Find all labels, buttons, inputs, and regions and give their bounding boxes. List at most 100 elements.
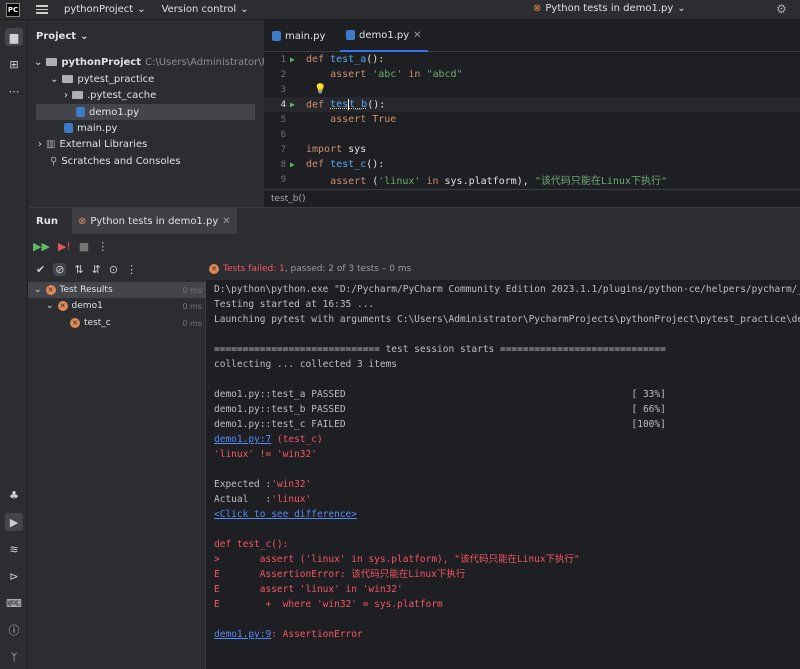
project-panel: Project ⌄ ⌄ pythonProject C:\Users\Admin… — [28, 20, 315, 208]
run-gutter-icon[interactable]: ▶ — [290, 100, 306, 109]
folder-icon — [46, 58, 58, 66]
folder-icon — [72, 91, 83, 99]
run-tab-label: Python tests in demo1.py — [90, 215, 219, 227]
console-line: D:\python\python.exe "D:/Pycharm/PyCharm… — [214, 282, 800, 297]
tree-item-demo1[interactable]: demo1.py — [36, 104, 255, 120]
project-panel-header[interactable]: Project ⌄ — [28, 20, 264, 52]
tree-item-pytest-cache[interactable]: › .pytest_cache — [64, 87, 156, 103]
tree-node-time: 0 ms — [182, 318, 202, 328]
run-gutter-icon[interactable]: ▶ — [290, 160, 306, 169]
console-text: demo1.py::test_a PASSED [ 33%] — [214, 389, 666, 400]
chevron-down-icon: ⌄ — [240, 4, 249, 15]
rerun-failed-icon[interactable]: ▶! — [58, 240, 71, 253]
stop-icon[interactable]: ■ — [79, 240, 89, 253]
code-line: 8 ▶ def test_c(): — [264, 157, 800, 172]
console-line: demo1.py::test_b PASSED [ 66%] — [214, 402, 666, 417]
show-passed-icon[interactable]: ✔ — [36, 263, 45, 276]
show-ignored-icon[interactable]: ⊘ — [53, 262, 67, 276]
left-tool-strip: ▆ ⊞ ⋯ ♣ ▶ ≋ ⊳ ⌨ ⓘ ᛘ — [0, 20, 28, 669]
project-switcher[interactable]: pythonProject ⌄ — [64, 4, 146, 15]
vcs-menu[interactable]: Version control ⌄ — [162, 4, 249, 15]
console-text: demo1.py::test_b PASSED [ 66%] — [214, 404, 666, 415]
line-number: 2 — [280, 69, 286, 80]
console-text: E AssertionError: 该代码只能在Linux下执行 — [214, 569, 466, 580]
git-tool-icon[interactable]: ᛘ — [5, 648, 23, 666]
run-config-selector[interactable]: ⊗ Python tests in demo1.py ⌄ — [533, 3, 686, 14]
run-tool-icon[interactable]: ▶ — [5, 513, 23, 531]
structure-tool-icon[interactable]: ⊞ — [5, 55, 23, 73]
console-text-suffix: : AssertionError — [271, 629, 363, 640]
console-line[interactable]: demo1.py:7 (test_c) — [214, 432, 323, 447]
chevron-down-icon: ⌄ — [34, 285, 42, 295]
tree-item-pytest-practice[interactable]: ⌄ pytest_practice — [50, 71, 154, 87]
status-failed-text: Tests failed: 1 — [223, 264, 285, 274]
console-text: Actual : — [214, 494, 272, 505]
tree-item-external-libraries[interactable]: › ▥ External Libraries — [38, 136, 147, 152]
console-line[interactable]: demo1.py:9: AssertionError — [214, 627, 363, 642]
project-tool-icon[interactable]: ▆ — [5, 28, 23, 46]
lightbulb-icon[interactable]: 💡 — [306, 84, 326, 95]
chevron-right-icon: › — [38, 138, 42, 150]
chevron-down-icon: ⌄ — [677, 3, 686, 14]
console-text: Launching pytest with arguments C:\Users… — [214, 314, 800, 325]
console-line: Expected :'win32' — [214, 477, 311, 492]
close-icon[interactable]: ✕ — [222, 216, 230, 227]
tree-node-test-results[interactable]: ⌄ ✕ Test Results 0 ms — [28, 282, 206, 298]
console-line: E AssertionError: 该代码只能在Linux下执行 — [214, 567, 465, 582]
services-tool-icon[interactable]: ⊳ — [5, 567, 23, 585]
python-file-icon — [64, 123, 73, 133]
sort-alpha-icon[interactable]: ⇅ — [74, 263, 83, 276]
python-file-icon — [272, 31, 281, 41]
python-file-icon — [346, 30, 355, 40]
console-line[interactable]: <Click to see difference> — [214, 507, 357, 522]
tree-node-test-c[interactable]: ✕ test_c 0 ms — [28, 315, 206, 331]
console-text: > assert ('linux' in sys.platform), "该代码… — [214, 554, 580, 565]
close-icon[interactable]: ✕ — [413, 30, 421, 41]
tree-item-label: demo1.py — [89, 106, 140, 118]
run-toolbar: ▶▶ ▶! ■ ⋮ — [28, 234, 800, 258]
console-link[interactable]: demo1.py:9 — [214, 629, 271, 640]
layers-tool-icon[interactable]: ≋ — [5, 540, 23, 558]
more-actions-icon[interactable]: ⋮ — [97, 240, 108, 253]
console-text: 'linux' != 'win32' — [214, 449, 317, 460]
more-options-icon[interactable]: ⋮ — [126, 263, 137, 276]
chevron-right-icon: › — [64, 89, 68, 101]
tab-run-config[interactable]: ⊗ Python tests in demo1.py ✕ — [71, 208, 237, 234]
console-line: def test_c(): — [214, 537, 288, 552]
tab-main-py[interactable]: main.py — [272, 20, 325, 52]
console-text: D:\python\python.exe "D:/Pycharm/PyCharm… — [214, 284, 800, 295]
code-text: assert True — [330, 114, 397, 125]
console-line: collecting ... collected 3 items — [214, 357, 397, 372]
tab-demo1-py[interactable]: demo1.py ✕ — [340, 20, 428, 52]
more-tools-icon[interactable]: ⋯ — [5, 82, 23, 100]
console-line: demo1.py::test_a PASSED [ 33%] — [214, 387, 666, 402]
run-gutter-icon[interactable]: ▶ — [290, 55, 306, 64]
python-packages-icon[interactable]: ♣ — [5, 486, 23, 504]
breadcrumb[interactable]: test_b() — [264, 189, 800, 207]
problems-tool-icon[interactable]: ⓘ — [5, 621, 23, 639]
chevron-down-icon: ⌄ — [137, 4, 146, 15]
run-config-label: Python tests in demo1.py — [545, 3, 674, 14]
status-summary-text: , passed: 2 of 3 tests – 0 ms — [284, 264, 412, 274]
console-link[interactable]: <Click to see difference> — [214, 509, 357, 520]
pytest-icon: ⊗ — [533, 3, 542, 14]
main-menu-icon[interactable] — [36, 5, 48, 14]
sort-duration-icon[interactable]: ⇵ — [92, 263, 101, 276]
tree-node-time: 0 ms — [182, 301, 202, 311]
tab-label: demo1.py — [359, 29, 410, 41]
line-number: 7 — [280, 144, 286, 155]
rerun-icon[interactable]: ▶▶ — [33, 240, 50, 253]
test-status-bar: ✕ Tests failed: 1, passed: 2 of 3 tests … — [206, 258, 800, 280]
history-icon[interactable]: ⊙ — [109, 263, 118, 276]
code-editor[interactable]: 1 ▶ def test_a(): 2 assert 'abc' in "abcd"… — [264, 52, 800, 189]
python-file-icon — [76, 107, 85, 117]
tree-node-demo1[interactable]: ⌄ ✕ demo1 0 ms — [28, 298, 206, 314]
terminal-tool-icon[interactable]: ⌨ — [5, 594, 23, 612]
console-output[interactable]: D:\python\python.exe "D:/Pycharm/PyCharm… — [206, 280, 800, 669]
tree-item-main[interactable]: main.py — [64, 120, 117, 136]
settings-gear-icon[interactable]: ⚙ — [776, 2, 790, 16]
scratches-icon: ⚲ — [50, 155, 58, 167]
pycharm-logo-icon: PC — [6, 2, 20, 17]
tree-item-scratches[interactable]: ⚲ Scratches and Consoles — [50, 153, 181, 169]
console-link[interactable]: demo1.py:7 — [214, 434, 271, 445]
